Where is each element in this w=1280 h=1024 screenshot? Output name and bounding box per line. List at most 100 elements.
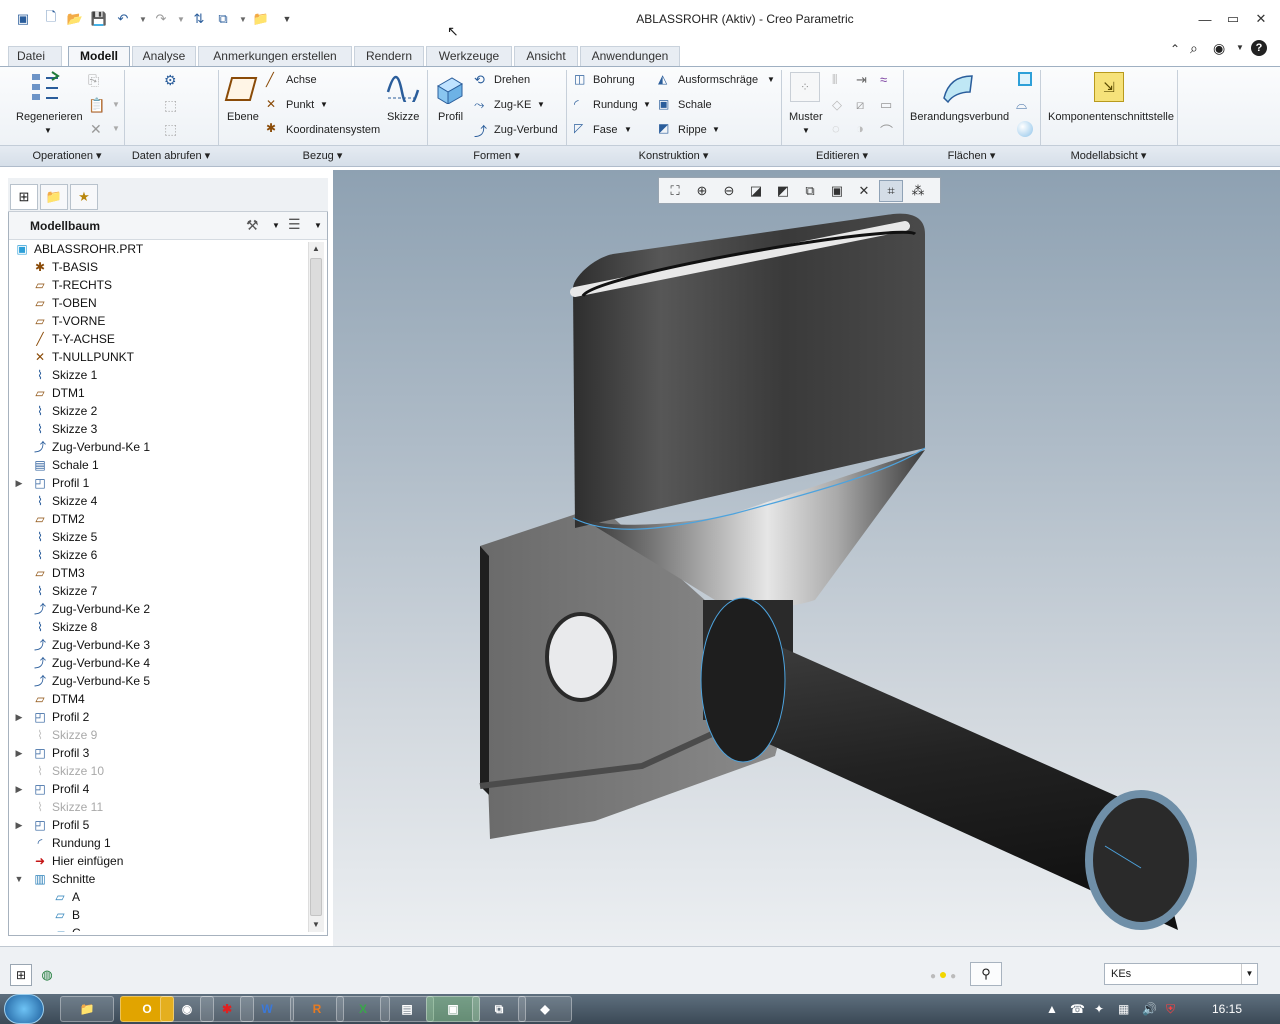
point-button[interactable]: Punkt xyxy=(286,99,314,111)
tray-bluetooth-icon[interactable]: ✦ xyxy=(1094,1002,1104,1016)
tree-item[interactable]: ⌇ Skizze 11 xyxy=(12,798,306,816)
group-editieren[interactable]: Editieren ▾ xyxy=(781,149,903,162)
refit-icon[interactable]: ⛶ xyxy=(663,180,687,202)
group-daten-abrufen[interactable]: Daten abrufen ▾ xyxy=(124,149,218,162)
rib-dropdown-icon[interactable]: ▼ xyxy=(712,125,720,134)
tray-clock[interactable]: 16:15 xyxy=(1212,1002,1242,1016)
expand-arrow-icon[interactable]: ▶ xyxy=(14,708,24,726)
tree-item[interactable]: ⌇ Skizze 10 xyxy=(12,762,306,780)
display-style-icon[interactable]: ◩ xyxy=(771,180,795,202)
swept-blend-button[interactable]: Zug-Verbund xyxy=(494,124,558,136)
draft-dropdown-icon[interactable]: ▼ xyxy=(767,75,775,84)
chamfer-icon[interactable]: ◸ xyxy=(574,121,583,135)
zoom-out-icon[interactable]: ⊖ xyxy=(717,180,741,202)
sketch-button[interactable]: Skizze xyxy=(387,111,419,123)
regenerate-icon[interactable] xyxy=(30,70,64,104)
tree-item[interactable]: ▱ DTM4 xyxy=(12,690,306,708)
tree-item[interactable]: ▱ B xyxy=(12,906,306,924)
group-konstruktion[interactable]: Konstruktion ▾ xyxy=(566,149,781,162)
sketch-large-icon[interactable] xyxy=(386,72,420,108)
search-icon[interactable]: ⌕ xyxy=(1190,40,1198,57)
offset-icon[interactable]: ▭ xyxy=(880,97,892,113)
start-button-icon[interactable] xyxy=(4,994,44,1024)
freestyle-icon[interactable]: ⌓ xyxy=(1016,96,1027,113)
regenerate-dropdown-icon[interactable]: ▼ xyxy=(44,126,52,135)
pattern-button[interactable]: Muster xyxy=(789,111,823,123)
community-dropdown-icon[interactable]: ▼ xyxy=(1236,43,1244,52)
swept-blend-icon[interactable]: ⤴ xyxy=(474,121,487,140)
tree-item[interactable]: ✱ T-BASIS xyxy=(12,258,306,276)
tray-volume-icon[interactable]: 🔊 xyxy=(1142,1002,1157,1016)
extrude-button[interactable]: Profil xyxy=(438,111,463,123)
tray-phone-icon[interactable]: ☎ xyxy=(1070,1002,1085,1016)
find-icon[interactable]: ⚲ xyxy=(970,962,1002,986)
favorites-tab-icon[interactable]: ★ xyxy=(70,184,98,210)
tree-item[interactable]: ⌇ Skizze 2 xyxy=(12,402,306,420)
tree-item[interactable]: ▱ A xyxy=(12,888,306,906)
tree-scroll-thumb[interactable] xyxy=(310,258,322,916)
tree-item[interactable]: ▶ ◰ Profil 4 xyxy=(12,780,306,798)
tree-item[interactable]: ▤ Schale 1 xyxy=(12,456,306,474)
taskbar-explorer-icon[interactable]: 📁 xyxy=(60,996,114,1022)
round-button[interactable]: Rundung xyxy=(593,99,638,111)
show-dropdown-icon[interactable]: ▼ xyxy=(314,221,322,230)
tab-werkzeuge[interactable]: Werkzeuge xyxy=(426,46,512,66)
tree-item[interactable]: ⌇ Skizze 1 xyxy=(12,366,306,384)
annotation-display-icon[interactable]: ⌗ xyxy=(879,179,903,202)
thicken-icon[interactable]: ⌒ xyxy=(880,121,893,140)
group-bezug[interactable]: Bezug ▾ xyxy=(218,149,427,162)
extend-icon[interactable]: ⇥ xyxy=(856,72,867,88)
coordinate-system-icon[interactable]: ✱ xyxy=(266,121,276,135)
rib-button[interactable]: Rippe xyxy=(678,124,707,136)
maximize-icon[interactable]: ▭ xyxy=(1222,10,1244,28)
expand-arrow-icon[interactable]: ▶ xyxy=(14,780,24,798)
tree-item[interactable]: ✕ T-NULLPUNKT xyxy=(12,348,306,366)
tree-item[interactable]: ⌇ Skizze 6 xyxy=(12,546,306,564)
shell-button[interactable]: Schale xyxy=(678,99,712,111)
tray-expand-icon[interactable]: ▲ xyxy=(1046,1002,1058,1016)
tree-item[interactable]: ⌇ Skizze 7 xyxy=(12,582,306,600)
tree-item[interactable]: ▶ ◰ Profil 5 xyxy=(12,816,306,834)
show-list-icon[interactable]: ☰ xyxy=(288,216,301,233)
tab-ansicht[interactable]: Ansicht xyxy=(514,46,578,66)
datum-plane-large-icon[interactable] xyxy=(224,76,258,105)
copy-icon[interactable]: ⎘ xyxy=(88,72,99,89)
tree-item[interactable]: ▶ ◰ Profil 3 xyxy=(12,744,306,762)
taskbar-word-icon[interactable]: W xyxy=(240,996,294,1022)
axis-icon[interactable]: ╱ xyxy=(266,72,274,88)
group-operationen[interactable]: Operationen ▾ xyxy=(10,149,124,162)
plane-button[interactable]: Ebene xyxy=(227,111,259,123)
style-icon[interactable] xyxy=(1017,121,1033,137)
expand-arrow-icon[interactable]: ▶ xyxy=(14,816,24,834)
tree-item[interactable]: ⌇ Skizze 8 xyxy=(12,618,306,636)
copy-geometry-icon[interactable]: ⬚ xyxy=(164,97,177,114)
selection-filter[interactable]: KEs xyxy=(1104,963,1258,985)
folder-browser-tab-icon[interactable]: 📁 xyxy=(40,184,68,210)
boundary-blend-button[interactable]: Berandungsverbund xyxy=(910,111,1009,123)
pattern-dropdown-icon[interactable]: ▼ xyxy=(802,126,810,135)
tree-item[interactable]: ▱ T-RECHTS xyxy=(12,276,306,294)
delete-icon[interactable]: ✕ xyxy=(90,121,102,138)
solidify-icon[interactable]: ◑ xyxy=(856,121,864,136)
filter-dropdown-icon[interactable]: ▼ xyxy=(1241,964,1257,984)
revolve-button[interactable]: Drehen xyxy=(494,74,530,86)
graphics-window[interactable] xyxy=(333,170,1280,946)
tree-item[interactable]: ⌇ Skizze 3 xyxy=(12,420,306,438)
mirror-icon[interactable]: ⫴ xyxy=(832,72,837,88)
toggle-navigator-icon[interactable]: ⊞ xyxy=(10,964,32,986)
trim-icon[interactable]: ⧄ xyxy=(856,97,864,113)
draft-icon[interactable]: ◭ xyxy=(658,72,667,86)
help-icon[interactable]: ? xyxy=(1251,40,1267,56)
scroll-down-icon[interactable]: ▼ xyxy=(309,918,323,932)
view-manager-icon[interactable]: ▣ xyxy=(825,180,849,202)
collapse-ribbon-icon[interactable]: ⌃ xyxy=(1170,42,1180,56)
intersect-icon[interactable]: ◌ xyxy=(832,121,840,136)
group-formen[interactable]: Formen ▾ xyxy=(427,149,566,162)
project-icon[interactable]: ≈ xyxy=(880,72,887,87)
tree-item[interactable]: ╱ T-Y-ACHSE xyxy=(12,330,306,348)
paste-dropdown-icon[interactable]: ▼ xyxy=(112,100,120,109)
axis-button[interactable]: Achse xyxy=(286,74,317,86)
tree-item[interactable]: ▼ ▥ Schnitte xyxy=(12,870,306,888)
tree-item[interactable]: ◜ Rundung 1 xyxy=(12,834,306,852)
fill-surface-icon[interactable] xyxy=(1018,72,1032,86)
